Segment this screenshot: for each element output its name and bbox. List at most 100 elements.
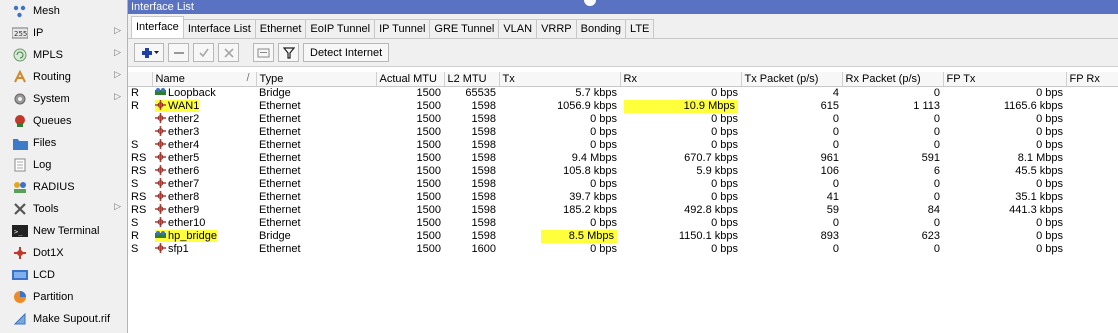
cell-mtu: 1500 — [376, 204, 444, 217]
sidebar-item-partition[interactable]: Partition — [0, 286, 127, 308]
table-row[interactable]: RS ether8 Ethernet 1500 1598 39.7 kbps 0 bps 41… — [128, 191, 1118, 204]
sidebar-item-files[interactable]: Files — [0, 132, 127, 154]
cell-value: 1500 — [416, 243, 441, 255]
cell-fp-rx — [1066, 152, 1118, 165]
comment-button[interactable] — [253, 43, 274, 62]
cell-fp-rx — [1066, 87, 1118, 101]
ethernet-icon — [155, 165, 166, 175]
tab-interface[interactable]: Interface — [131, 16, 184, 38]
cell-txp: 0 — [741, 139, 842, 152]
interface-name: ether10 — [168, 217, 206, 229]
tab-ip-tunnel[interactable]: IP Tunnel — [374, 19, 431, 38]
cell-fptx: 0 bps — [943, 113, 1066, 126]
cell-value: 0 — [832, 126, 839, 138]
table-row[interactable]: RS ether9 Ethernet 1500 1598 185.2 kbps 492.8 … — [128, 204, 1118, 217]
column-header-type[interactable]: Type — [256, 72, 377, 87]
cell-mtu: 1500 — [376, 178, 444, 191]
cell-value: 1598 — [471, 126, 496, 138]
sidebar-item-make-supout-rif[interactable]: Make Supout.rif — [0, 308, 127, 330]
cell-value: Ethernet — [259, 126, 301, 138]
resize-handle[interactable] — [583, 0, 597, 7]
column-header-tx-packet-p-s-[interactable]: Tx Packet (p/s) — [741, 72, 843, 87]
cell-value: Ethernet — [259, 217, 301, 229]
enable-button[interactable] — [193, 43, 214, 62]
column-header-name[interactable]: Name / — [152, 72, 257, 87]
sidebar-item-tools[interactable]: Tools ▷ — [0, 198, 127, 220]
table-row[interactable]: RS ether6 Ethernet 1500 1598 105.8 kbps 5.9 kb… — [128, 165, 1118, 178]
sidebar-item-log[interactable]: Log — [0, 154, 127, 176]
cell-flag: RS — [128, 165, 152, 178]
column-header-rx-packet-p-s-[interactable]: Rx Packet (p/s) — [842, 72, 944, 87]
cell-value: 105.8 kbps — [563, 165, 617, 177]
remove-button[interactable] — [168, 43, 189, 62]
tab-lte[interactable]: LTE — [625, 19, 655, 38]
table-row[interactable]: ether2 Ethernet 1500 1598 0 bps 0 bps 0 0 0 bps — [128, 113, 1118, 126]
routing-icon — [12, 69, 28, 85]
cell-value: Ethernet — [259, 100, 301, 112]
cell-value: 1500 — [416, 217, 441, 229]
sidebar-item-system[interactable]: System ▷ — [0, 88, 127, 110]
window-titlebar[interactable]: Interface List — [128, 0, 1118, 14]
sidebar-item-queues[interactable]: Queues — [0, 110, 127, 132]
cell-rxp: 591 — [842, 152, 943, 165]
tab-eoip-tunnel[interactable]: EoIP Tunnel — [305, 19, 376, 38]
filter-button[interactable] — [278, 43, 299, 62]
cell-value: 5.7 kbps — [575, 87, 617, 99]
cell-name: Loopback — [152, 87, 256, 101]
column-header-tx[interactable]: Tx — [499, 72, 621, 87]
cell-txp: 893 — [741, 230, 842, 243]
sidebar-item-routing[interactable]: Routing ▷ — [0, 66, 127, 88]
column-header-fp-tx[interactable]: FP Tx — [943, 72, 1067, 87]
cell-l2mtu: 1598 — [444, 165, 499, 178]
tab-interface-list[interactable]: Interface List — [182, 19, 256, 38]
column-header-fp-rx[interactable]: FP Rx — [1066, 72, 1118, 87]
submenu-arrow-icon: ▷ — [114, 201, 121, 211]
table-row[interactable]: R Loopback Bridge 1500 65535 5.7 kbps 0 bps 4 0 0… — [128, 87, 1118, 101]
sidebar-item-mesh[interactable]: Mesh — [0, 0, 127, 22]
submenu-arrow-icon: ▷ — [114, 69, 121, 79]
cell-value: 0 — [832, 243, 839, 255]
column-header-flags[interactable] — [128, 72, 153, 87]
table-row[interactable]: R WAN1 Ethernet 1500 1598 1056.9 kbps 10.9 Mbp… — [128, 100, 1118, 113]
add-button[interactable] — [134, 43, 164, 62]
sort-indicator: / — [246, 72, 250, 84]
sidebar-item-mpls[interactable]: MPLS ▷ — [0, 44, 127, 66]
column-header-actual-mtu[interactable]: Actual MTU — [376, 72, 445, 87]
detect-internet-button[interactable]: Detect Internet — [303, 43, 390, 62]
tab-bonding[interactable]: Bonding — [575, 19, 627, 38]
mpls-icon — [12, 47, 28, 63]
submenu-arrow-icon: ▷ — [114, 47, 121, 57]
tab-ethernet[interactable]: Ethernet — [254, 19, 307, 38]
sidebar-item-ip[interactable]: 255 IP ▷ — [0, 22, 127, 44]
sidebar-item-lcd[interactable]: LCD — [0, 264, 127, 286]
column-header-l2-mtu[interactable]: L2 MTU — [444, 72, 500, 87]
sidebar-item-new-terminal[interactable]: >_ New Terminal — [0, 220, 127, 242]
cell-txp: 41 — [741, 191, 842, 204]
cell-l2mtu: 1598 — [444, 204, 499, 217]
cell-flag: S — [128, 139, 152, 152]
sidebar-item-radius[interactable]: RADIUS — [0, 176, 127, 198]
tab-vrrp[interactable]: VRRP — [536, 19, 577, 38]
table-row[interactable]: ether3 Ethernet 1500 1598 0 bps 0 bps 0 0 0 bps — [128, 126, 1118, 139]
table-header: Name / Type Actual MTU L2 MTU Tx Rx Tx Packet (… — [128, 72, 1118, 87]
interface-name: ether3 — [168, 126, 200, 138]
cell-txp: 0 — [741, 126, 842, 139]
table-row[interactable]: Sether4 Ethernet 1500 1598 0 bps 0 bps 0 0 0 bps — [128, 139, 1118, 152]
sidebar-item-dot1x[interactable]: Dot1X — [0, 242, 127, 264]
cell-value: 1500 — [416, 178, 441, 190]
table-row[interactable]: Sether10 Ethernet 1500 1598 0 bps 0 bps 0 0 0 bp… — [128, 217, 1118, 230]
submenu-arrow-icon: ▷ — [114, 91, 121, 101]
cell-fptx: 0 bps — [943, 139, 1066, 152]
sidebar-item-label: New Terminal — [33, 225, 100, 237]
table-row[interactable]: RS ether5 Ethernet 1500 1598 9.4 Mbps 670.7 kb… — [128, 152, 1118, 165]
table-row[interactable]: Ssfp1 Ethernet 1500 1600 0 bps 0 bps 0 0 0 bps — [128, 243, 1118, 256]
table-row[interactable]: Rhp_bridge Bridge 1500 1598 8.5 Mbps 1150.1 k… — [128, 230, 1118, 243]
cell-value: 39.7 kbps — [569, 191, 617, 203]
tab-gre-tunnel[interactable]: GRE Tunnel — [429, 19, 500, 38]
cell-fptx: 35.1 kbps — [943, 191, 1066, 204]
disable-button[interactable] — [218, 43, 239, 62]
cell-value: 0 bps — [711, 178, 738, 190]
table-row[interactable]: Sether7 Ethernet 1500 1598 0 bps 0 bps 0 0 0 bps — [128, 178, 1118, 191]
column-header-rx[interactable]: Rx — [620, 72, 742, 87]
tab-vlan[interactable]: VLAN — [498, 19, 538, 38]
